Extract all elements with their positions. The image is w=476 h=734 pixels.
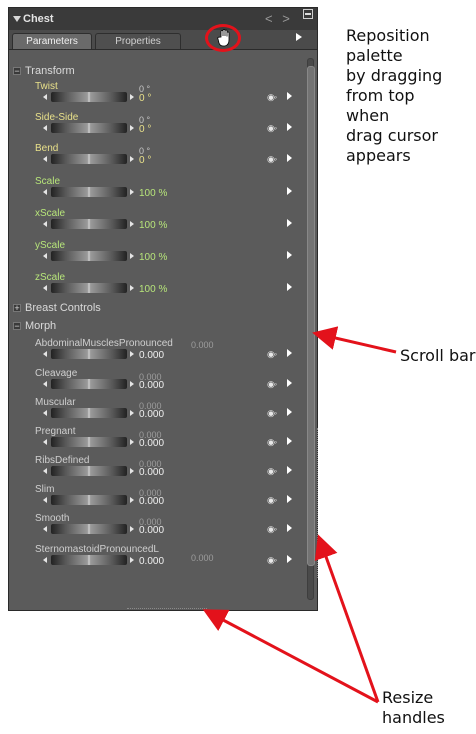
scroll-bar-arrow [312, 326, 397, 354]
resize-arrow-right [314, 534, 380, 703]
resize-arrow-bottom [202, 609, 379, 704]
annotation-arrows [202, 326, 397, 704]
